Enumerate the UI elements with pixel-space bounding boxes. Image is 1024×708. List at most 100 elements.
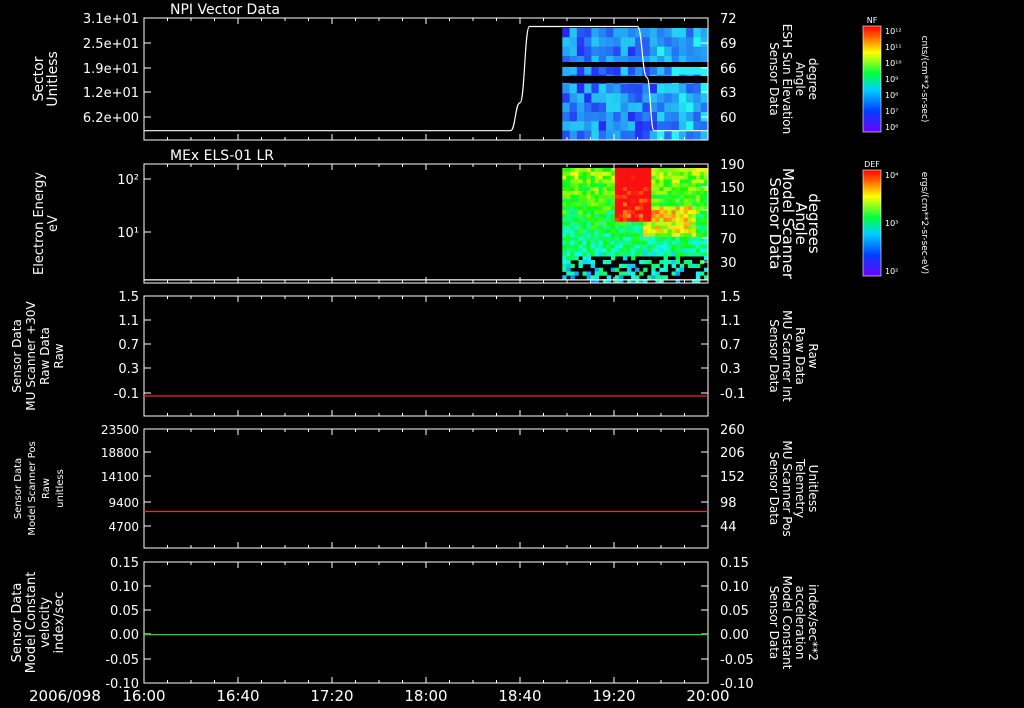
heatmap-cell [647,217,652,222]
heatmap-cell [578,240,583,245]
y-tick-label-right: 66 [720,62,737,77]
heatmap-cell [678,28,687,38]
heatmap-cell [655,171,660,176]
heatmap-cell [647,248,652,253]
heatmap-cell [576,28,585,38]
heatmap-cell [693,84,702,94]
heatmap-cell [691,175,697,180]
heatmap-cell [687,168,693,173]
heatmap-cell [683,183,689,188]
heatmap-cell [619,187,624,192]
heatmap-cell [655,175,660,180]
heatmap-cell [627,84,636,94]
y-axis-label-left: Electron Energy [32,172,47,275]
heatmap-cell [602,260,608,265]
y-axis-label-right: Raw [806,343,820,368]
heatmap-cell [700,130,709,141]
heatmap-cell [655,179,660,184]
heatmap-cell [614,267,620,272]
heatmap-cell [584,112,592,122]
heatmap-cell [695,221,701,226]
heatmap-cell [655,248,660,253]
heatmap-cell [675,244,680,249]
heatmap-cell [578,221,583,226]
heatmap-cell [598,46,607,57]
y-tick-label-right: -0.05 [720,653,754,668]
heatmap-cell [659,252,664,257]
heatmap-cell [691,183,697,188]
y-axis-label-right: index/sec**2 [806,584,820,661]
heatmap-cell [594,225,600,230]
heatmap-cell [664,112,673,122]
heatmap-cell [619,175,624,180]
heatmap-cell [566,240,571,245]
heatmap-cell [570,217,575,222]
heatmap-cell [598,112,607,122]
heatmap-cell [643,168,648,173]
heatmap-cell [619,179,624,184]
colorbar-tick-label: 10¹¹ [885,43,902,52]
y-tick-label-left: 0.15 [110,556,139,571]
heatmap-cell [691,187,697,192]
heatmap-cell [651,187,656,192]
heatmap-cell [631,271,636,276]
heatmap-cell [687,221,693,226]
heatmap-cell [683,214,689,219]
y-axis-label-left: Model Constant [24,572,39,674]
heatmap-cell [586,248,591,253]
heatmap-cell [643,198,648,203]
heatmap-cell [594,252,600,257]
heatmap-cell [647,171,652,176]
heatmap-cell [683,260,689,265]
heatmap-cell [602,214,608,219]
heatmap-cell [664,37,673,48]
heatmap-cell [623,187,628,192]
x-tick-label: 20:00 [686,687,729,705]
heatmap-cell [582,217,587,222]
heatmap-cell [570,271,575,276]
heatmap-cell [655,252,660,257]
heatmap-cell [594,191,600,196]
heatmap-cell [699,214,705,219]
heatmap-cell [570,229,575,234]
heatmap-cell [627,248,632,253]
heatmap-cell [584,121,592,132]
heatmap-cell [602,206,608,211]
heatmap-cell [679,217,685,222]
heatmap-cell [687,244,693,249]
heatmap-cell [651,175,656,180]
heatmap-cell [687,183,693,188]
heatmap-cell [602,191,608,196]
heatmap-cell [570,275,575,280]
heatmap-cell [664,130,673,141]
heatmap-cell [569,93,578,104]
heatmap-cell [602,168,608,173]
heatmap-cell [683,191,689,196]
heatmap-cell [562,37,571,48]
heatmap-cell [643,237,648,242]
heatmap-cell [686,46,694,57]
heatmap-cell [691,202,697,207]
heatmap-cell [578,175,583,180]
heatmap-cell [635,198,640,203]
heatmap-cell [562,206,567,211]
heatmap-cell [678,112,687,122]
heatmap-cell [647,240,652,245]
heatmap-cell [576,84,585,94]
heatmap-cell [671,210,676,215]
heatmap-cell [582,240,587,245]
heatmap-cell [566,187,571,192]
heatmap-cell [566,252,571,257]
heatmap-cell [598,191,604,196]
heatmap-cell [679,248,685,253]
heatmap-cell [649,37,658,48]
heatmap-cell [582,187,587,192]
heatmap-cell [578,214,583,219]
heatmap-cell [623,206,628,211]
heatmap-cell [687,260,693,265]
heatmap-cell [582,202,587,207]
heatmap-cell [598,214,604,219]
heatmap-cell [647,214,652,219]
heatmap-cell [693,112,702,122]
heatmap-cell [635,252,640,257]
